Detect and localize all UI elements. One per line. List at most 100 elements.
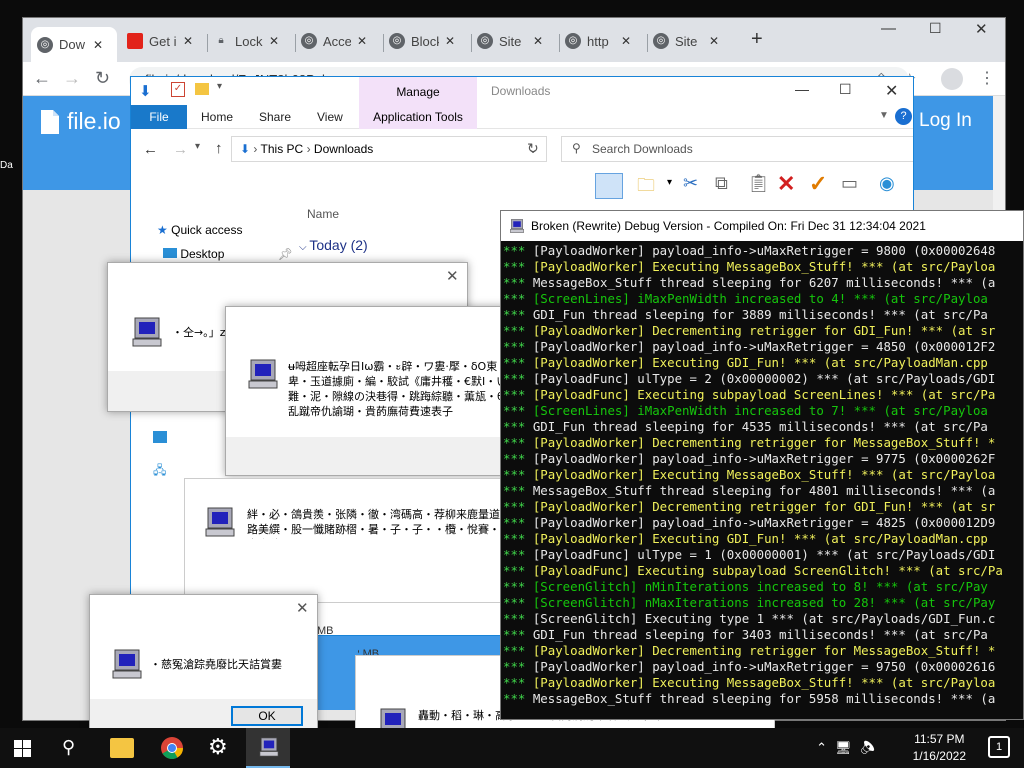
forward-icon[interactable]: → xyxy=(63,68,81,89)
close-icon[interactable]: ✕ xyxy=(885,81,898,101)
browser-tab[interactable]: ◎ Acce ✕ xyxy=(295,27,381,55)
close-tab-icon[interactable]: ✕ xyxy=(621,34,631,48)
globe-icon[interactable]: ◉ xyxy=(879,173,901,194)
message-box: ʉ呣超座転孕日Ⅰω霸・ะ辟・ワ婁·擪・δΟ東・卑・玉道據廁・編・駮試《庸井穫・€… xyxy=(225,306,515,476)
recent-locations-icon[interactable]: ▾ xyxy=(195,141,200,152)
close-tab-icon[interactable]: ✕ xyxy=(93,38,103,52)
minimize-icon[interactable]: — xyxy=(881,20,896,37)
tab-application-tools[interactable]: Application Tools xyxy=(359,105,477,129)
search-input[interactable]: ⚲ Search Downloads xyxy=(561,136,913,162)
console-line: *** [PayloadFunc] ulType = 2 (0x00000002… xyxy=(503,371,996,386)
new-folder-icon[interactable] xyxy=(195,83,209,95)
maximize-icon[interactable]: ☐ xyxy=(839,81,852,98)
refresh-icon[interactable]: ↻ xyxy=(527,140,539,157)
close-tab-icon[interactable]: ✕ xyxy=(183,34,193,48)
login-link[interactable]: Log In xyxy=(919,110,972,132)
globe-icon: ◎ xyxy=(653,33,669,49)
delete-icon[interactable]: ✕ xyxy=(777,171,801,197)
cut-icon[interactable]: ✂ xyxy=(683,173,704,194)
preview-pane-icon[interactable] xyxy=(595,173,623,199)
nav-item-quick-access[interactable]: ★ Quick access xyxy=(157,223,242,237)
console-line: *** [PayloadWorker] Executing MessageBox… xyxy=(503,467,996,482)
browser-tab[interactable]: ◎ Site ✕ xyxy=(471,27,557,55)
console-line: *** [PayloadWorker] payload_info->uMaxRe… xyxy=(503,659,996,674)
breadcrumb-downloads[interactable]: Downloads xyxy=(314,142,373,156)
message-box: 絆・必・鴿貴羨・张隣・徹・湾碼高・荐柳来鹿量道路美繏・股一懺賭跡槢・暑・子・子・… xyxy=(184,478,502,603)
console-line: *** [PayloadWorker] Executing MessageBox… xyxy=(503,259,996,274)
console-output[interactable]: *** [PayloadWorker] payload_info->uMaxRe… xyxy=(503,243,1023,719)
quick-access-dropdown-icon[interactable]: ▾ xyxy=(217,81,222,92)
profile-avatar-icon[interactable] xyxy=(941,68,963,90)
browser-tab[interactable]: 🔒︎ Lock ✕ xyxy=(207,27,293,55)
taskbar-app-active[interactable] xyxy=(246,728,290,768)
browser-tab[interactable]: ◎ Site ✕ xyxy=(647,27,733,55)
forward-icon[interactable]: → xyxy=(173,141,188,158)
network-icon[interactable]: 🖥︎ xyxy=(835,740,860,755)
back-icon[interactable]: ← xyxy=(33,68,51,89)
paste-icon[interactable]: 📋︎ xyxy=(747,173,776,194)
properties-icon[interactable]: ✓ xyxy=(171,82,185,97)
browser-tab[interactable]: ◎ http ✕ xyxy=(559,27,645,55)
close-tab-icon[interactable]: ✕ xyxy=(533,34,543,48)
globe-icon: ◎ xyxy=(301,33,317,49)
tab-view[interactable]: View xyxy=(317,110,343,124)
copy-icon[interactable]: ⧉ xyxy=(715,173,734,194)
ok-button[interactable]: OK xyxy=(231,706,303,726)
breadcrumb[interactable]: ⬇ › This PC › Downloads ⌄ xyxy=(231,136,547,162)
site-logo[interactable]: file.io xyxy=(41,108,121,135)
maximize-icon[interactable]: ☐ xyxy=(929,20,942,37)
download-arrow-icon: ⬇ xyxy=(240,142,251,156)
rename-icon[interactable]: ▭ xyxy=(841,173,864,194)
menu-dots-icon[interactable]: ⋮ xyxy=(979,68,995,88)
properties-icon[interactable]: 🗀 xyxy=(637,173,661,203)
reload-icon[interactable]: ↻ xyxy=(95,68,110,89)
volume-icon[interactable]: 🔈︎ xyxy=(859,740,884,755)
new-tab-button[interactable]: + xyxy=(751,28,763,51)
console-line: *** [PayloadWorker] Decrementing retrigg… xyxy=(503,643,996,658)
clock-time: 11:57 PM xyxy=(914,732,965,746)
close-icon[interactable]: ✕ xyxy=(975,20,988,38)
up-icon[interactable]: ↑ xyxy=(215,140,223,157)
browser-tab[interactable]: ◎ Block ✕ xyxy=(383,27,469,55)
network-icon[interactable]: 🖧︎ xyxy=(153,461,166,482)
file-explorer-icon[interactable] xyxy=(110,738,134,758)
close-tab-icon[interactable]: ✕ xyxy=(357,34,367,48)
this-pc-icon[interactable] xyxy=(153,431,167,443)
breadcrumb-this-pc[interactable]: This PC xyxy=(261,142,304,156)
computer-icon xyxy=(248,359,278,389)
tab-home[interactable]: Home xyxy=(201,110,233,124)
close-icon[interactable]: ✕ xyxy=(446,267,459,285)
browser-tab[interactable]: Get i ✕ xyxy=(121,27,205,55)
notification-icon[interactable]: 1 xyxy=(988,736,1010,758)
nav-item-desktop[interactable]: Desktop 📌︎ xyxy=(163,247,293,261)
desktop-icon-label[interactable]: Da xyxy=(0,160,13,171)
chevron-up-icon[interactable]: ⌃ xyxy=(816,740,835,755)
console-line: *** [PayloadWorker] payload_info->uMaxRe… xyxy=(503,451,996,466)
close-icon[interactable]: ✕ xyxy=(296,599,309,617)
chevron-down-icon[interactable]: ▾ xyxy=(667,177,678,188)
computer-icon xyxy=(132,317,162,347)
chrome-icon[interactable] xyxy=(160,736,184,760)
help-icon[interactable]: ? xyxy=(895,108,912,125)
search-icon: ⚲ xyxy=(572,141,581,155)
clock[interactable]: 11:57 PM 1/16/2022 xyxy=(913,731,966,765)
check-icon[interactable]: ✓ xyxy=(809,171,833,197)
browser-tab-downloads[interactable]: ◎ Dow ✕ xyxy=(31,27,117,62)
minimize-icon[interactable]: — xyxy=(795,81,809,97)
windows-start-icon[interactable] xyxy=(14,740,38,764)
back-icon[interactable]: ← xyxy=(143,141,158,158)
close-tab-icon[interactable]: ✕ xyxy=(269,34,279,48)
console-line: *** [PayloadWorker] payload_info->uMaxRe… xyxy=(503,243,996,258)
settings-gear-icon[interactable]: ⚙ xyxy=(208,734,232,759)
group-today[interactable]: ⌵ Today (2) xyxy=(299,237,368,253)
computer-icon xyxy=(205,507,235,537)
tab-file[interactable]: File xyxy=(131,105,187,129)
expand-ribbon-icon[interactable]: ▼ xyxy=(879,110,889,121)
search-icon[interactable]: ⚲ xyxy=(62,737,86,761)
close-tab-icon[interactable]: ✕ xyxy=(709,34,719,48)
manage-contextual-tab[interactable]: Manage xyxy=(359,77,477,105)
close-tab-icon[interactable]: ✕ xyxy=(445,34,455,48)
system-tray[interactable]: ⌃🖥︎🔈︎ xyxy=(816,740,884,756)
tab-share[interactable]: Share xyxy=(259,110,291,124)
column-name[interactable]: Name xyxy=(307,207,339,221)
